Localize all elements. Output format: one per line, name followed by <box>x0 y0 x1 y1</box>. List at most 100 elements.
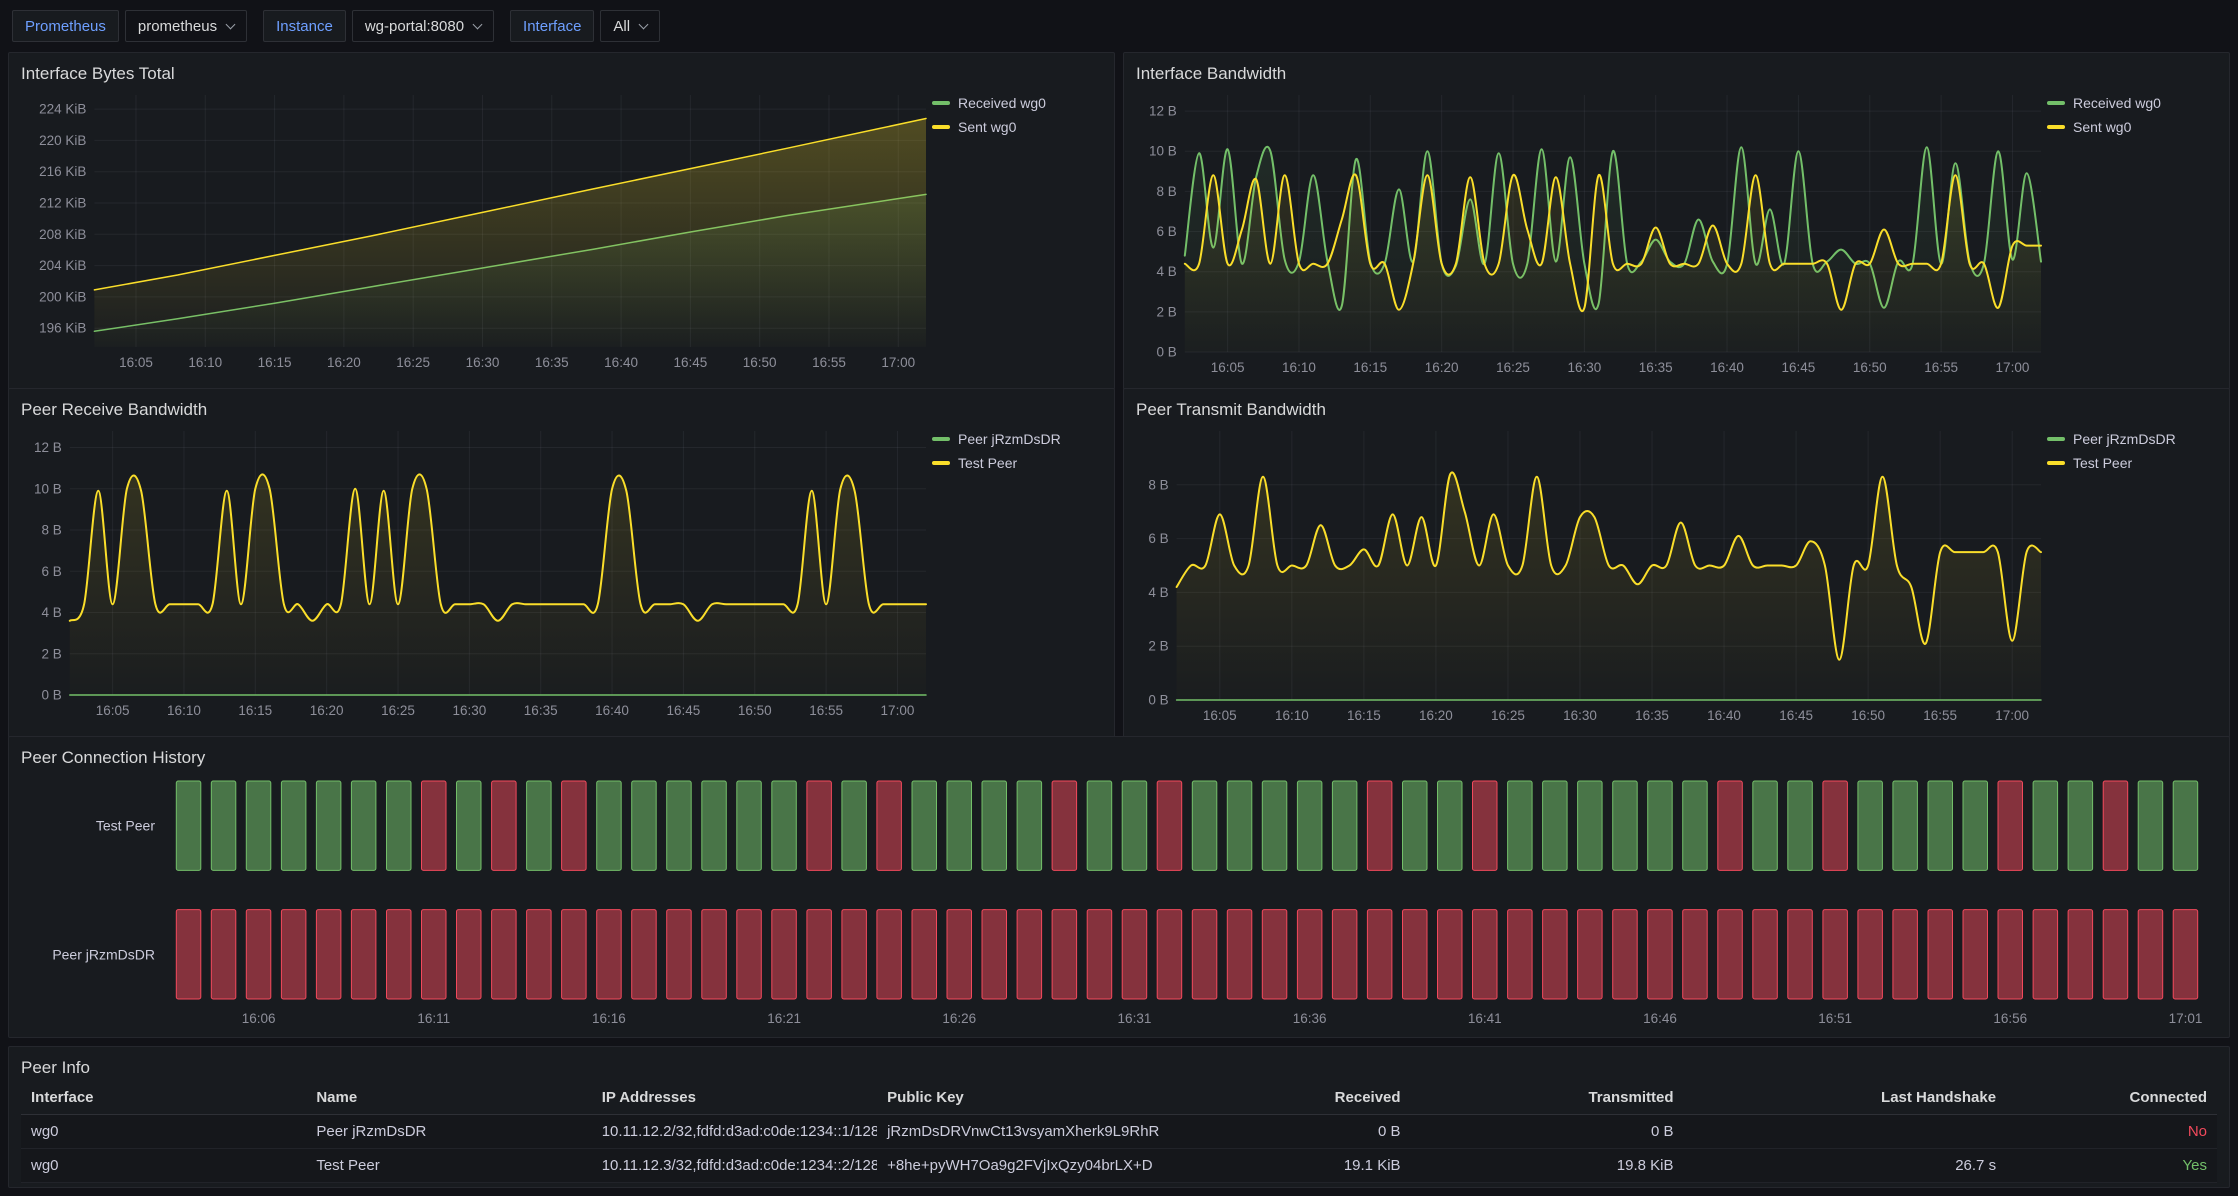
axis-label: 16:05 <box>96 703 130 718</box>
legend-item-test-peer[interactable]: Test Peer <box>932 455 1102 471</box>
state-bar <box>316 910 341 999</box>
state-bar <box>1017 910 1042 999</box>
axis-label: 16:45 <box>1782 360 1816 375</box>
axis-label: 16:05 <box>1211 360 1245 375</box>
axis-label: 200 KiB <box>39 289 86 304</box>
state-bar <box>2173 781 2198 870</box>
state-bar <box>877 910 902 999</box>
state-bar <box>1262 781 1287 870</box>
state-bar <box>1893 910 1918 999</box>
table-cell: Peer jRzmDsDR <box>306 1123 591 1140</box>
panel-body: 16:0516:1016:1516:2016:2516:3016:3516:40… <box>1136 423 2217 733</box>
legend-swatch <box>2047 437 2065 441</box>
table-cell: 0 B <box>1175 1123 1411 1140</box>
chevron-down-icon <box>473 19 483 29</box>
panel-row-2: Peer Receive Bandwidth 16:0516:1016:1516… <box>8 388 2230 728</box>
panel-title[interactable]: Peer Info <box>21 1055 2217 1081</box>
legend-item-sent-wg0[interactable]: Sent wg0 <box>932 119 1102 135</box>
prometheus-datasource-select[interactable]: prometheus <box>125 10 247 42</box>
axis-label: 0 B <box>1148 693 1168 708</box>
column-header-transmitted[interactable]: Transmitted <box>1411 1089 1684 1106</box>
table-cell: Yes <box>2006 1157 2217 1174</box>
state-bar <box>1052 910 1077 999</box>
state-bar <box>2103 910 2128 999</box>
axis-label: 17:00 <box>881 355 915 370</box>
panel-title[interactable]: Interface Bandwidth <box>1136 61 2217 87</box>
panel-title[interactable]: Interface Bytes Total <box>21 61 1102 87</box>
legend-item-sent-wg0[interactable]: Sent wg0 <box>2047 119 2217 135</box>
axis-label: 16:35 <box>524 703 558 718</box>
panel-body: Test PeerPeer jRzmDsDR16:0616:1116:1616:… <box>21 771 2217 1033</box>
legend-swatch <box>2047 461 2065 465</box>
axis-label: 16:45 <box>667 703 701 718</box>
state-bar <box>1508 781 1533 870</box>
interface-select[interactable]: All <box>600 10 660 42</box>
state-bar <box>2068 910 2093 999</box>
state-bar <box>1262 910 1287 999</box>
axis-label: 208 KiB <box>39 227 86 242</box>
state-bar <box>1613 910 1638 999</box>
table-cell: jRzmDsDRVnwCt13vsyamXherk9L9RhR <box>877 1123 1175 1140</box>
peer-transmit-bandwidth-chart[interactable]: 16:0516:1016:1516:2016:2516:3016:3516:40… <box>1136 423 2047 733</box>
state-bar <box>1157 910 1182 999</box>
state-bar <box>1227 910 1252 999</box>
state-bar <box>1297 910 1322 999</box>
state-bar <box>1122 910 1147 999</box>
legend-item-peer-jrzmdsdr[interactable]: Peer jRzmDsDR <box>932 431 1102 447</box>
state-bar <box>492 781 516 870</box>
legend-item-peer-jrzmdsdr[interactable]: Peer jRzmDsDR <box>2047 431 2217 447</box>
interface-bytes-total-chart[interactable]: 16:0516:1016:1516:2016:2516:3016:3516:40… <box>21 87 932 385</box>
axis-label: 2 B <box>42 646 62 661</box>
table-row: wg0Peer jRzmDsDR10.11.12.2/32,fdfd:d3ad:… <box>21 1115 2217 1149</box>
state-bar <box>1403 910 1428 999</box>
state-bar <box>667 910 692 999</box>
state-bar <box>1788 910 1813 999</box>
column-header-interface[interactable]: Interface <box>21 1089 306 1106</box>
peer-connection-history-chart[interactable]: Test PeerPeer jRzmDsDR16:0616:1116:1616:… <box>21 771 2217 1033</box>
state-bar <box>1087 910 1112 999</box>
state-bar <box>1438 781 1463 870</box>
legend-label: Sent wg0 <box>958 119 1016 135</box>
state-bar <box>1578 910 1603 999</box>
state-bar <box>2033 781 2058 870</box>
series-line-test-peer <box>70 474 926 620</box>
state-bar <box>562 910 587 999</box>
axis-label: 10 B <box>34 481 62 496</box>
peer-receive-bandwidth-chart[interactable]: 16:0516:1016:1516:2016:2516:3016:3516:40… <box>21 423 932 733</box>
state-bar <box>1823 910 1848 999</box>
panel-title[interactable]: Peer Transmit Bandwidth <box>1136 397 2217 423</box>
table-cell: No <box>2006 1123 2217 1140</box>
legend-item-received-wg0[interactable]: Received wg0 <box>932 95 1102 111</box>
instance-select[interactable]: wg-portal:8080 <box>352 10 494 42</box>
legend-item-received-wg0[interactable]: Received wg0 <box>2047 95 2217 111</box>
axis-label: 0 B <box>1157 345 1177 360</box>
axis-label: 224 KiB <box>39 102 86 117</box>
column-header-last-handshake[interactable]: Last Handshake <box>1684 1089 2007 1106</box>
panel-peer-info: Peer Info InterfaceNameIP AddressesPubli… <box>8 1046 2230 1188</box>
peer-transmit-bandwidth-legend: Peer jRzmDsDR Test Peer <box>2047 423 2217 733</box>
column-header-name[interactable]: Name <box>306 1089 591 1106</box>
column-header-received[interactable]: Received <box>1175 1089 1411 1106</box>
panel-peer-receive-bandwidth: Peer Receive Bandwidth 16:0516:1016:1516… <box>8 388 1115 738</box>
state-bar <box>527 781 552 870</box>
axis-label: 16:50 <box>1851 708 1885 723</box>
panel-body: 16:0516:1016:1516:2016:2516:3016:3516:40… <box>1136 87 2217 385</box>
panel-title[interactable]: Peer Receive Bandwidth <box>21 397 1102 423</box>
axis-label: 16:15 <box>1353 360 1387 375</box>
column-header-public-key[interactable]: Public Key <box>877 1089 1175 1106</box>
axis-label: 6 B <box>42 564 62 579</box>
axis-label: 16:30 <box>466 355 500 370</box>
state-bar <box>947 781 972 870</box>
interface-bandwidth-chart[interactable]: 16:0516:1016:1516:2016:2516:3016:3516:40… <box>1136 87 2047 385</box>
variable-label-prometheus: Prometheus <box>12 10 119 42</box>
column-header-ip-addresses[interactable]: IP Addresses <box>592 1089 877 1106</box>
column-header-connected[interactable]: Connected <box>2006 1089 2217 1106</box>
panel-title[interactable]: Peer Connection History <box>21 745 2217 771</box>
state-bar <box>1227 781 1252 870</box>
axis-label: 204 KiB <box>39 258 86 273</box>
axis-label: 16:10 <box>1275 708 1309 723</box>
state-bar <box>597 781 622 870</box>
legend-item-test-peer[interactable]: Test Peer <box>2047 455 2217 471</box>
axis-label: 16:05 <box>1203 708 1237 723</box>
state-bar <box>1963 910 1988 999</box>
